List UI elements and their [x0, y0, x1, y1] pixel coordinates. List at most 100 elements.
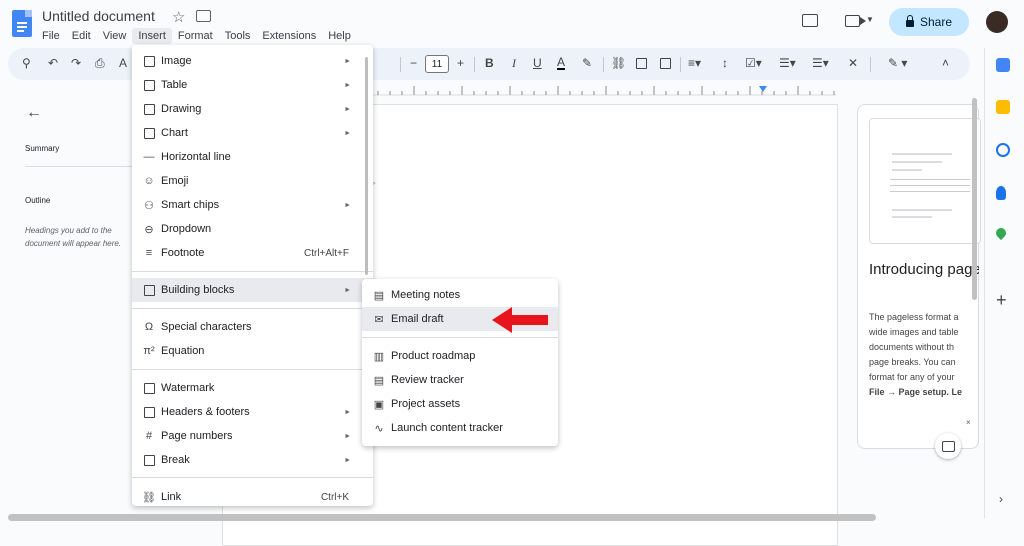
omega-icon: Ω [144, 321, 154, 333]
clear-formatting-icon[interactable]: ✕ [848, 56, 858, 70]
meet-caret-icon[interactable]: ▼ [866, 15, 874, 24]
menu-view[interactable]: View [97, 28, 133, 44]
menu-edit[interactable]: Edit [66, 28, 97, 44]
collapse-toolbar-icon[interactable]: ˄ [942, 56, 949, 70]
bold-button[interactable]: B [485, 56, 494, 70]
outline-hint: Headings you add to the document will ap… [25, 226, 122, 248]
search-menus-icon[interactable]: ⚲ [22, 56, 31, 70]
font-size-decrease-button[interactable]: − [410, 56, 417, 70]
menu-scrollbar[interactable] [365, 57, 368, 275]
menu-item-horizontal-line[interactable]: — Horizontal line [132, 145, 373, 169]
document-icon: ▤ [373, 289, 385, 302]
emoji-icon: ☺ [143, 175, 155, 187]
contacts-icon[interactable] [996, 186, 1006, 200]
insert-link-icon[interactable]: ⛓ [611, 56, 626, 70]
maps-icon[interactable] [993, 225, 1009, 241]
promo-body: The pageless format a wide images and ta… [869, 310, 973, 400]
keep-icon[interactable] [996, 100, 1010, 114]
spellcheck-icon[interactable]: A [119, 56, 127, 70]
menu-item-watermark[interactable]: Watermark [132, 376, 373, 400]
promo-setup-link[interactable]: File → Page setup. Le [869, 385, 973, 400]
tasks-icon[interactable] [996, 143, 1010, 157]
underline-button[interactable]: U [533, 56, 542, 70]
align-icon[interactable]: ≡▾ [688, 56, 701, 70]
editing-mode-icon[interactable]: ✎ ▾ [888, 56, 907, 70]
docs-logo-icon[interactable] [12, 10, 32, 37]
vertical-scrollbar[interactable] [972, 98, 977, 300]
summary-label: Summary [25, 144, 60, 153]
insert-image-icon[interactable] [660, 56, 671, 70]
break-icon [142, 454, 156, 466]
assets-icon: ▣ [373, 398, 385, 411]
calendar-icon[interactable] [996, 58, 1010, 72]
lock-icon [905, 15, 914, 27]
document-title[interactable]: Untitled document [42, 8, 155, 24]
menu-file[interactable]: File [36, 28, 66, 44]
share-label: Share [919, 15, 953, 29]
add-comment-icon[interactable] [636, 56, 647, 70]
submenu-item-meeting-notes[interactable]: ▤ Meeting notes [362, 283, 558, 307]
menu-item-break[interactable]: Break ► [132, 448, 373, 472]
italic-button[interactable]: I [512, 56, 516, 71]
hash-icon: # [145, 430, 153, 442]
star-icon[interactable]: ☆ [172, 8, 185, 26]
highlight-pen-icon[interactable]: ✎ [582, 56, 592, 70]
menu-item-drawing[interactable]: Drawing ► [132, 97, 373, 121]
drawing-icon [142, 103, 156, 115]
font-size-increase-button[interactable]: + [457, 56, 464, 70]
menu-help[interactable]: Help [322, 28, 357, 44]
share-button[interactable]: Share [889, 8, 969, 36]
menu-item-table[interactable]: Table ► [132, 73, 373, 97]
menu-item-smart-chips[interactable]: ⚇ Smart chips ► [132, 193, 373, 217]
menu-item-dropdown[interactable]: ⊖ Dropdown [132, 217, 373, 241]
roadmap-icon: ▥ [373, 350, 385, 363]
numbered-list-icon[interactable]: ☰▾ [812, 56, 829, 70]
pi-icon: π² [143, 345, 155, 357]
redo-icon[interactable]: ↷ [71, 56, 81, 70]
menu-item-page-numbers[interactable]: # Page numbers ► [132, 424, 373, 448]
menu-tools[interactable]: Tools [219, 28, 257, 44]
font-size-input[interactable]: 11 [425, 55, 449, 73]
menu-item-building-blocks[interactable]: Building blocks ► [132, 278, 373, 302]
menu-item-headers-footers[interactable]: Headers & footers ► [132, 400, 373, 424]
smart-chips-icon: ⚇ [144, 199, 154, 212]
menu-item-chart[interactable]: Chart ► [132, 121, 373, 145]
submenu-item-product-roadmap[interactable]: ▥ Product roadmap [362, 344, 558, 368]
menu-insert[interactable]: Insert [132, 28, 172, 44]
add-addon-icon[interactable]: + [996, 290, 1007, 311]
back-arrow-icon[interactable]: ← [26, 104, 42, 122]
menu-item-emoji[interactable]: ☺ Emoji [132, 169, 373, 193]
avatar[interactable] [986, 11, 1008, 33]
chart-icon [142, 127, 156, 139]
undo-icon[interactable]: ↶ [48, 56, 58, 70]
print-icon[interactable]: ⎙ [95, 56, 105, 71]
move-folder-icon[interactable] [196, 10, 211, 22]
menu-extensions[interactable]: Extensions [256, 28, 322, 44]
menu-item-equation[interactable]: π² Equation [132, 339, 373, 363]
meet-camera-icon[interactable] [845, 15, 866, 27]
comment-history-icon[interactable] [802, 14, 818, 27]
line-spacing-icon[interactable]: ↕ [722, 56, 728, 70]
menu-item-image[interactable]: Image ► [132, 49, 373, 73]
menu-format[interactable]: Format [172, 28, 219, 44]
text-color-button[interactable]: A [557, 56, 566, 70]
assistant-robot-button[interactable] [935, 433, 961, 459]
menu-item-link[interactable]: ⛓ Link Ctrl+K [132, 485, 373, 509]
table-icon [142, 79, 156, 91]
horizontal-scrollbar[interactable] [8, 514, 876, 521]
menu-item-footnote[interactable]: ≡ Footnote Ctrl+Alt+F [132, 241, 373, 265]
submenu-item-project-assets[interactable]: ▣ Project assets [362, 392, 558, 416]
dropdown-icon: ⊖ [144, 223, 154, 236]
checklist-icon[interactable]: ☑▾ [745, 56, 762, 70]
trending-icon: ∿ [374, 422, 384, 435]
image-icon [142, 55, 156, 67]
expand-panel-icon[interactable]: › [999, 492, 1003, 506]
promo-title: Introducing pageless format [869, 261, 979, 278]
bulleted-list-icon[interactable]: ☰▾ [779, 56, 796, 70]
submenu-item-launch-content-tracker[interactable]: ∿ Launch content tracker [362, 416, 558, 440]
footnote-icon: ≡ [145, 247, 153, 259]
submenu-item-review-tracker[interactable]: ▤ Review tracker [362, 368, 558, 392]
promo-close-icon[interactable]: × [966, 418, 971, 427]
menu-item-special-characters[interactable]: Ω Special characters [132, 315, 373, 339]
ruler-indent-marker[interactable] [759, 86, 767, 92]
